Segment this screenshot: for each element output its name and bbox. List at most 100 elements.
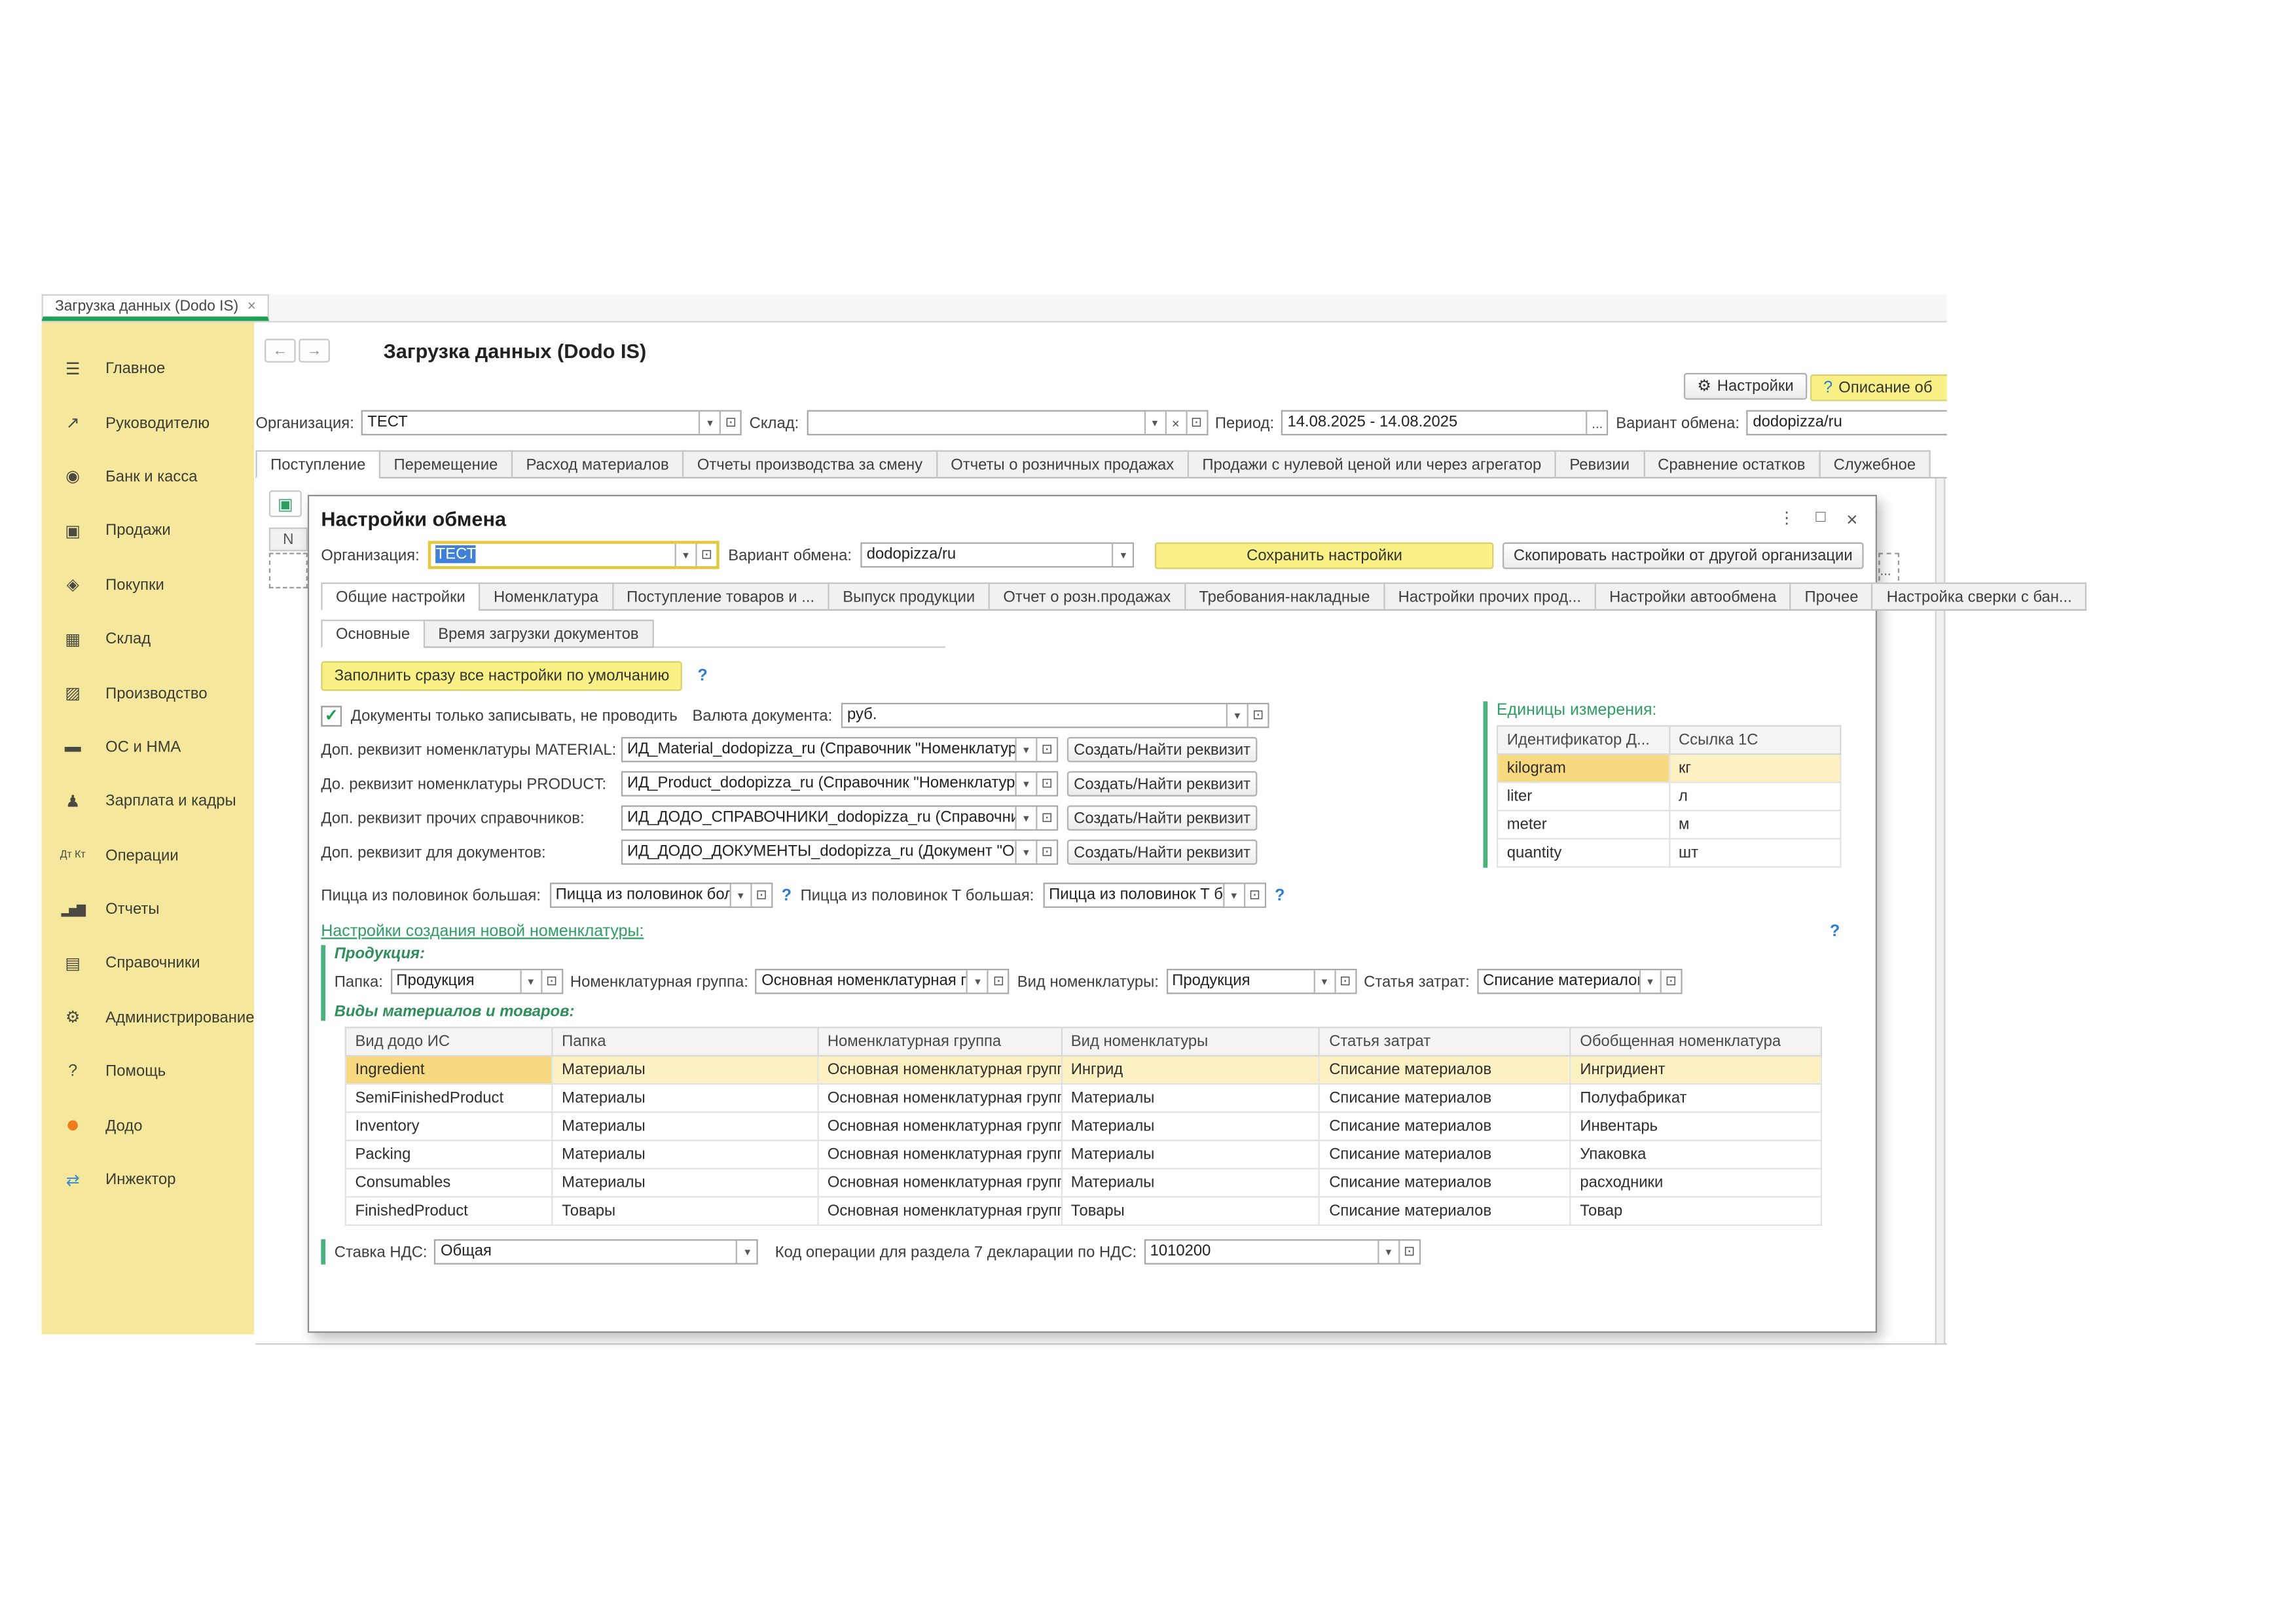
operation-code-field[interactable]: 1010200 ▾ ⊡ — [1144, 1239, 1421, 1265]
group-cell[interactable]: Основная номенклатурная группа — [818, 1197, 1061, 1225]
list-column-header-n[interactable]: N — [269, 528, 308, 551]
generalized-cell[interactable]: Полуфабрикат — [1571, 1084, 1821, 1112]
group-cell[interactable]: Основная номенклатурная группа — [818, 1112, 1061, 1140]
sidebar-item[interactable]: ▦ Склад — [42, 612, 255, 666]
chevron-down-icon[interactable]: ▾ — [675, 544, 696, 566]
pizza-halves-t-field[interactable]: Пицца из половинок Т большая ▾ ⊡ — [1043, 882, 1266, 908]
dialog-tab[interactable]: Отчет о розн.продажах — [989, 583, 1186, 611]
main-tab[interactable]: Расход материалов — [511, 450, 684, 478]
nomenclature-kind-field[interactable]: Продукция ▾ ⊡ — [1166, 969, 1357, 994]
dodo-kind-cell[interactable]: Inventory — [346, 1112, 553, 1140]
warehouse-field[interactable]: ▾ × ⊡ — [807, 410, 1208, 436]
main-tab[interactable]: Ревизии — [1555, 450, 1645, 478]
close-tab-icon[interactable]: × — [247, 298, 256, 314]
unit-ref-cell[interactable]: м — [1669, 810, 1840, 839]
column-header[interactable]: Папка — [552, 1028, 818, 1056]
write-only-checkbox-label[interactable]: Документы только записывать, не проводит… — [351, 706, 678, 724]
dialog-organization-field[interactable]: ТЕСТ ▾ ⊡ — [428, 541, 719, 569]
dialog-tab[interactable]: Поступление товаров и ... — [611, 583, 829, 611]
sidebar-item[interactable]: ☰ Главное — [42, 342, 255, 396]
column-header[interactable]: Вид номенклатуры — [1061, 1028, 1319, 1056]
dialog-tab[interactable]: Выпуск продукции — [828, 583, 990, 611]
chevron-down-icon[interactable]: ▾ — [1112, 544, 1133, 566]
open-icon[interactable]: ⊡ — [1243, 884, 1264, 907]
open-icon[interactable]: ⊡ — [1334, 970, 1355, 992]
dodo-kind-cell[interactable]: SemiFinishedProduct — [346, 1084, 553, 1112]
unit-ref-cell[interactable]: кг — [1669, 754, 1840, 782]
group-cell[interactable]: Основная номенклатурная группа — [818, 1056, 1061, 1084]
chevron-down-icon[interactable]: ▾ — [699, 412, 720, 434]
open-icon[interactable]: ⊡ — [1398, 1240, 1419, 1263]
column-header[interactable]: Обобщенная номенклатура — [1571, 1028, 1821, 1056]
folder-cell[interactable]: Товары — [552, 1197, 818, 1225]
dialog-menu-icon[interactable]: ⋮ — [1779, 508, 1795, 530]
dialog-close-icon[interactable]: × — [1846, 508, 1857, 530]
exchange-variant-field[interactable]: dodopizza/ru — [1747, 410, 1946, 436]
group-cell[interactable]: Основная номенклатурная группа — [818, 1140, 1061, 1168]
settings-button[interactable]: ⚙ Настройки — [1684, 373, 1807, 400]
attribute-field[interactable]: ИД_ДОДО_СПРАВОЧНИКИ_dodopizza_ru (Справо… — [621, 805, 1058, 831]
dodo-kind-cell[interactable]: Packing — [346, 1140, 553, 1168]
unit-ref-cell[interactable]: л — [1669, 782, 1840, 810]
main-tab[interactable]: Служебное — [1819, 450, 1931, 478]
materials-row[interactable]: Packing Материалы Основная номенклатурна… — [346, 1140, 1821, 1168]
main-tab[interactable]: Отчеты о розничных продажах — [936, 450, 1189, 478]
attribute-field[interactable]: ИД_ДОДО_ДОКУМЕНТЫ_dodopizza_ru (Документ… — [621, 840, 1058, 865]
generalized-cell[interactable]: Ингридиент — [1571, 1056, 1821, 1084]
dialog-tab[interactable]: Номенклатура — [479, 583, 613, 611]
description-button[interactable]: ? Описание об — [1810, 374, 1947, 401]
ellipsis-icon[interactable]: ... — [1586, 412, 1607, 434]
column-header[interactable]: Статья затрат — [1319, 1028, 1570, 1056]
kind-cell[interactable]: Ингрид — [1061, 1056, 1319, 1084]
open-icon[interactable]: ⊡ — [1036, 841, 1057, 863]
dialog-tab[interactable]: Требования-накладные — [1184, 583, 1385, 611]
main-tab[interactable]: Перемещение — [379, 450, 513, 478]
sidebar-item[interactable]: ▤ Справочники — [42, 937, 255, 991]
cost-cell[interactable]: Списание материалов — [1319, 1056, 1570, 1084]
sidebar-item[interactable]: ▣ Продажи — [42, 504, 255, 558]
sidebar-item[interactable]: Дт Кт Операции — [42, 829, 255, 883]
dodo-kind-cell[interactable]: FinishedProduct — [346, 1197, 553, 1225]
currency-field[interactable]: руб. ▾ ⊡ — [841, 703, 1269, 729]
list-toolbar-button[interactable]: ▣ — [269, 490, 302, 517]
materials-table[interactable]: Вид додо ИСПапкаНоменклатурная группаВид… — [345, 1027, 1822, 1226]
open-icon[interactable]: ⊡ — [695, 544, 716, 566]
cost-item-field[interactable]: Списание материалов ▾ ⊡ — [1477, 969, 1682, 994]
kind-cell[interactable]: Материалы — [1061, 1112, 1319, 1140]
maximize-icon[interactable]: □ — [1815, 508, 1825, 530]
unit-identifier-cell[interactable]: meter — [1497, 810, 1669, 839]
create-find-attribute-button[interactable]: Создать/Найти реквизит — [1067, 840, 1258, 865]
unit-ref-cell[interactable]: шт — [1669, 839, 1840, 867]
open-icon[interactable]: ⊡ — [1660, 970, 1681, 992]
dialog-tab[interactable]: Общие настройки — [321, 583, 480, 611]
sidebar-item[interactable]: ▨ Производство — [42, 666, 255, 721]
unit-identifier-cell[interactable]: liter — [1497, 782, 1669, 810]
sidebar-item[interactable]: ▬ ОС и НМА — [42, 720, 255, 774]
dialog-subtab[interactable]: Время загрузки документов — [424, 620, 654, 648]
folder-cell[interactable]: Материалы — [552, 1168, 818, 1197]
help-question-icon[interactable]: ? — [1275, 886, 1285, 904]
attribute-field[interactable]: ИД_Product_dodopizza_ru (Справочник "Ном… — [621, 771, 1058, 797]
open-icon[interactable]: ⊡ — [750, 884, 771, 907]
kind-cell[interactable]: Материалы — [1061, 1168, 1319, 1197]
create-find-attribute-button[interactable]: Создать/Найти реквизит — [1067, 737, 1258, 763]
open-icon[interactable]: ⊡ — [1036, 772, 1057, 795]
generalized-cell[interactable]: расходники — [1571, 1168, 1821, 1197]
generalized-cell[interactable]: Инвентарь — [1571, 1112, 1821, 1140]
generalized-cell[interactable]: Упаковка — [1571, 1140, 1821, 1168]
unit-identifier-cell[interactable]: kilogram — [1497, 754, 1669, 782]
materials-row[interactable]: FinishedProduct Товары Основная номенкла… — [346, 1197, 1821, 1225]
save-settings-button[interactable]: Сохранить настройки — [1156, 541, 1494, 568]
sidebar-item[interactable]: ⇄ Инжектор — [42, 1153, 255, 1207]
units-table[interactable]: Идентификатор Д...Ссылка 1С kilogram кг … — [1497, 725, 1842, 868]
folder-cell[interactable]: Материалы — [552, 1140, 818, 1168]
folder-cell[interactable]: Материалы — [552, 1084, 818, 1112]
pizza-halves-field[interactable]: Пицца из половинок большая ▾ ⊡ — [550, 882, 773, 908]
chevron-down-icon[interactable]: ▾ — [737, 1240, 757, 1263]
dialog-tab[interactable]: Настройка сверки с бан... — [1872, 583, 2086, 611]
sidebar-item[interactable]: ◈ Покупки — [42, 558, 255, 613]
units-row[interactable]: meter м — [1497, 810, 1840, 839]
main-tab[interactable]: Отчеты производства за смену — [682, 450, 938, 478]
attribute-field[interactable]: ИД_Material_dodopizza_ru (Справочник "Но… — [621, 737, 1058, 763]
document-tab[interactable]: Загрузка данных (Dodo IS) × — [42, 294, 270, 321]
